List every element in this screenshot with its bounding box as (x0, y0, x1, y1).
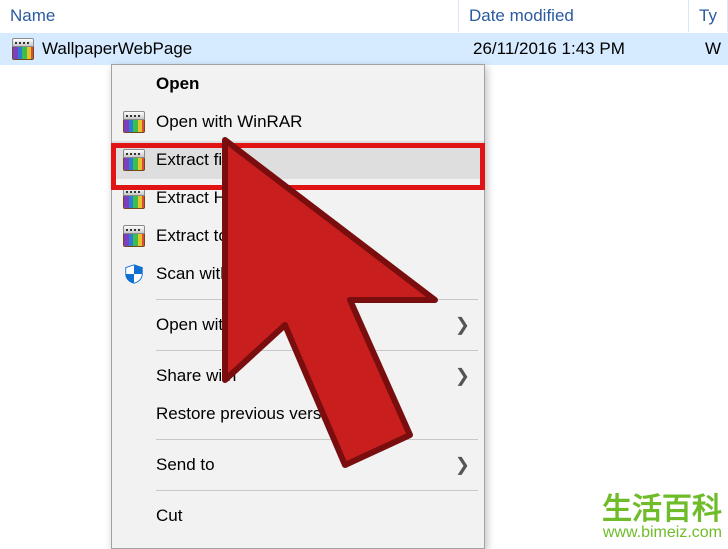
rar-archive-icon (123, 225, 145, 247)
menu-item-share-with-label: Share with (156, 366, 484, 386)
menu-item-open-label: Open (156, 74, 484, 94)
menu-item-restore-previous-label: Restore previous vers (156, 404, 484, 424)
column-header-type[interactable]: Ty (689, 0, 728, 32)
menu-separator (156, 299, 478, 300)
menu-item-share-with[interactable]: Share with ❯ (112, 357, 484, 395)
menu-item-send-to-label: Send to (156, 455, 484, 475)
rar-archive-icon (123, 149, 145, 171)
file-date-label: 26/11/2016 1:43 PM (463, 39, 695, 59)
menu-item-extract-to[interactable]: Extract to Wa (112, 217, 484, 255)
menu-separator (156, 439, 478, 440)
file-row-name-cell: WallpaperWebPage (0, 38, 463, 60)
watermark: 生活百科 www.bimeiz.com (602, 494, 722, 542)
watermark-title: 生活百科 (602, 494, 722, 526)
menu-item-open-with-label: Open with (156, 315, 484, 335)
menu-item-cut-label: Cut (156, 506, 484, 526)
column-header-date[interactable]: Date modified (459, 0, 689, 32)
watermark-url: www.bimeiz.com (602, 525, 722, 542)
menu-item-open[interactable]: Open (112, 65, 484, 103)
menu-item-open-winrar-label: Open with WinRAR (156, 112, 484, 132)
menu-item-scan-defender-label: Scan with Win (156, 264, 484, 284)
menu-item-extract-files-label: Extract files... (156, 150, 484, 170)
column-header-name[interactable]: Name (0, 0, 459, 32)
menu-item-restore-previous[interactable]: Restore previous vers (112, 395, 484, 433)
menu-item-extract-here[interactable]: Extract Here (112, 179, 484, 217)
file-type-label: W (695, 39, 728, 59)
submenu-arrow-icon: ❯ (455, 366, 470, 387)
menu-item-open-with[interactable]: Open with ❯ (112, 306, 484, 344)
rar-archive-icon (123, 187, 145, 209)
menu-item-extract-files[interactable]: Extract files... (112, 141, 484, 179)
column-header-bar: Name Date modified Ty (0, 0, 728, 32)
rar-archive-icon (12, 38, 34, 60)
menu-separator (156, 490, 478, 491)
submenu-arrow-icon: ❯ (455, 455, 470, 476)
menu-item-cut[interactable]: Cut (112, 497, 484, 535)
menu-item-send-to[interactable]: Send to ❯ (112, 446, 484, 484)
menu-item-scan-defender[interactable]: Scan with Win (112, 255, 484, 293)
submenu-arrow-icon: ❯ (455, 315, 470, 336)
menu-item-extract-to-label: Extract to Wa (156, 226, 484, 246)
context-menu: Open Open with WinRAR Extract files... E… (111, 64, 485, 549)
rar-archive-icon (123, 111, 145, 133)
file-name-label: WallpaperWebPage (42, 39, 192, 59)
defender-shield-icon (123, 263, 145, 285)
menu-item-extract-here-label: Extract Here (156, 188, 484, 208)
menu-item-open-winrar[interactable]: Open with WinRAR (112, 103, 484, 141)
file-row[interactable]: WallpaperWebPage 26/11/2016 1:43 PM W (0, 33, 728, 65)
menu-separator (156, 350, 478, 351)
